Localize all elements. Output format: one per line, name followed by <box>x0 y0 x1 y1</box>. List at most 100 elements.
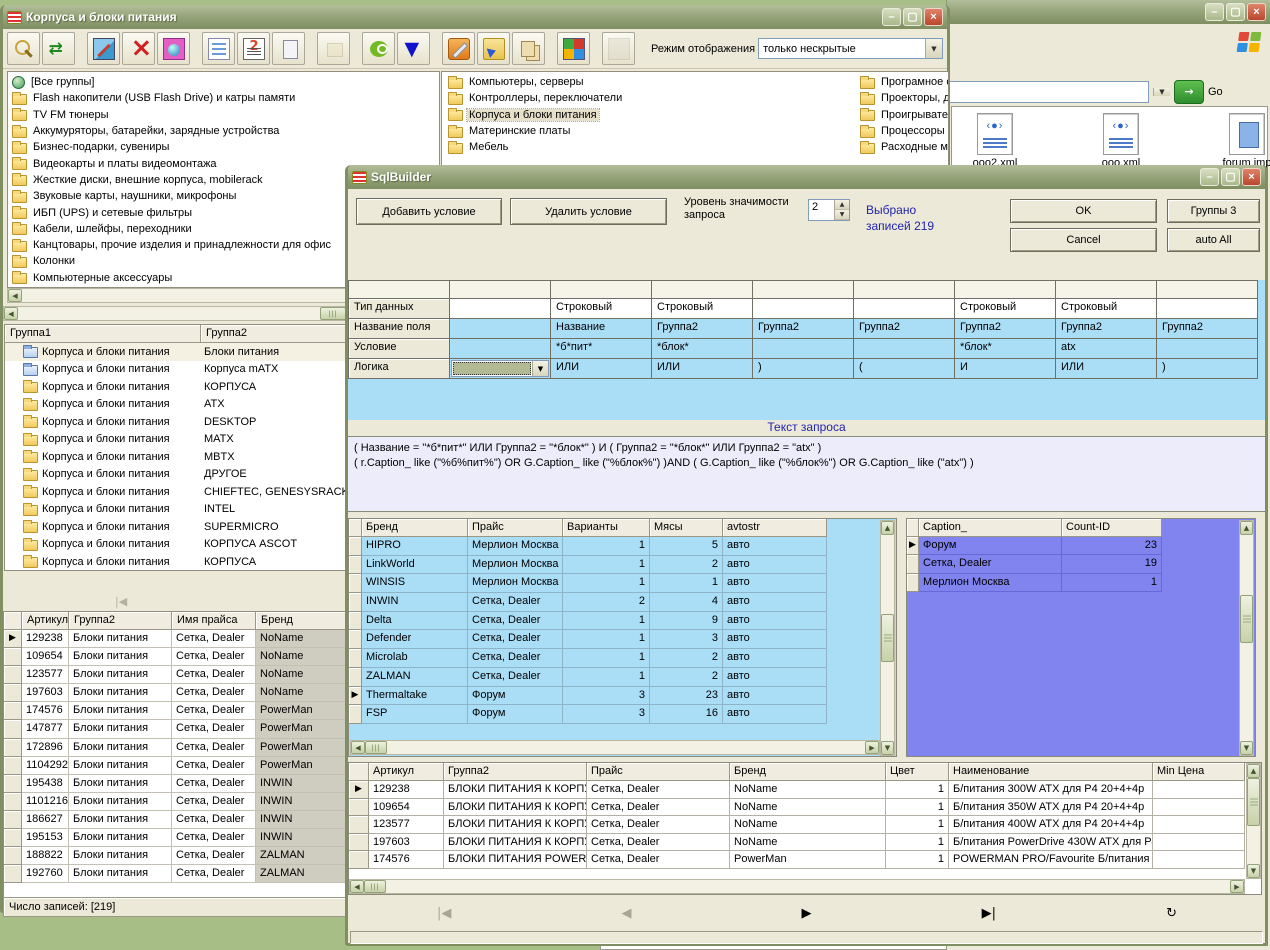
condition-cell[interactable]: Группа2 <box>955 319 1056 339</box>
condition-cell[interactable]: Группа2 <box>1056 319 1157 339</box>
table-row[interactable]: Сетка, Dealer 19 <box>907 555 1255 573</box>
brand-grid-hscrollbar[interactable] <box>350 740 880 755</box>
condition-cell[interactable]: ИЛИ <box>652 359 753 379</box>
condition-cell[interactable]: ) <box>753 359 854 379</box>
condition-cell[interactable]: Группа2 <box>652 319 753 339</box>
table-row[interactable]: Корпуса и блоки питания Блоки питания <box>5 343 346 361</box>
display-mode-combo[interactable]: только нескрытые <box>758 38 943 59</box>
scroll-down-icon[interactable] <box>1247 864 1260 878</box>
minimize-icon[interactable]: – <box>1200 168 1219 186</box>
column-header[interactable]: Бренд <box>730 763 886 781</box>
tree-item[interactable]: Проекторы, де <box>856 90 949 106</box>
scroll-down-icon[interactable] <box>1240 741 1253 755</box>
condition-cell[interactable]: Группа2 <box>1157 319 1258 339</box>
condition-cell[interactable]: ИЛИ <box>1056 359 1157 379</box>
row-selector[interactable] <box>349 781 369 799</box>
condition-cell[interactable] <box>1157 299 1258 319</box>
condition-column-header[interactable] <box>1157 280 1258 299</box>
row-selector[interactable] <box>4 793 22 811</box>
column-header[interactable]: Min Цена <box>1153 763 1245 781</box>
table-row[interactable]: Корпуса и блоки питания INTEL <box>5 501 346 519</box>
scroll-thumb[interactable] <box>1247 778 1260 826</box>
table-row[interactable]: INWIN Сетка, Dealer 2 4 авто <box>349 593 896 612</box>
table-row[interactable]: 186627 Блоки питания Сетка, Dealer INWIN <box>4 811 347 829</box>
nav-button-prior[interactable]: ◀ <box>621 906 631 921</box>
toolbar-button-blank[interactable] <box>602 32 635 65</box>
main-titlebar[interactable]: Корпуса и блоки питания – ▢ × <box>3 5 947 29</box>
row-selector[interactable] <box>349 630 362 649</box>
toolbar-button-doc[interactable] <box>202 32 235 65</box>
sqlbuilder-titlebar[interactable]: SqlBuilder – ▢ × <box>348 165 1265 189</box>
row-selector[interactable] <box>4 865 22 883</box>
tree-item[interactable]: Програмное об <box>856 74 949 90</box>
condition-cell[interactable]: Строковый <box>551 299 652 319</box>
table-row[interactable]: 1101216 Блоки питания Сетка, Dealer INWI… <box>4 793 347 811</box>
table-row[interactable]: WINSIS Мерлион Москва 1 1 авто <box>349 574 896 593</box>
condition-cell[interactable] <box>854 339 955 359</box>
row-selector[interactable] <box>907 555 919 573</box>
row-selector[interactable] <box>349 851 369 869</box>
condition-cell[interactable] <box>450 359 551 379</box>
column-header[interactable]: Группа2 <box>444 763 587 781</box>
condition-cell[interactable]: ) <box>1157 359 1258 379</box>
condition-column-header[interactable] <box>450 280 551 299</box>
row-selector[interactable] <box>4 811 22 829</box>
row-selector[interactable] <box>4 684 22 702</box>
scroll-thumb[interactable] <box>1240 595 1253 643</box>
nav-button-last[interactable]: ▶| <box>982 906 996 921</box>
condition-cell[interactable]: Группа2 <box>753 319 854 339</box>
table-row[interactable]: 195438 Блоки питания Сетка, Dealer INWIN <box>4 775 347 793</box>
condition-cell[interactable] <box>854 299 955 319</box>
maximize-icon[interactable]: ▢ <box>1221 168 1240 186</box>
table-row[interactable]: Корпуса и блоки питания КОРПУСА <box>5 553 346 571</box>
toolbar-button-suse[interactable] <box>362 32 395 65</box>
scroll-up-icon[interactable] <box>1247 764 1260 778</box>
cancel-button[interactable]: Cancel <box>1010 228 1157 252</box>
table-row[interactable]: LinkWorld Мерлион Москва 1 2 авто <box>349 556 896 575</box>
condition-cell[interactable]: Название <box>551 319 652 339</box>
table-row[interactable]: Корпуса и блоки питания DESKTOP <box>5 413 346 431</box>
condition-cell[interactable]: И <box>955 359 1056 379</box>
column-header[interactable]: avtostr <box>723 519 827 537</box>
table-row[interactable]: ZALMAN Сетка, Dealer 1 2 авто <box>349 668 896 687</box>
table-row[interactable]: 197603 БЛОКИ ПИТАНИЯ К КОРПУ( Сетка, Dea… <box>349 834 1261 852</box>
column-header[interactable]: Бренд <box>362 519 468 537</box>
tree-item[interactable]: Бизнес-подарки, сувениры <box>8 139 439 155</box>
tree-item[interactable]: Аккумуряторы, батарейки, зарядные устрой… <box>8 123 439 139</box>
row-selector[interactable] <box>4 630 22 648</box>
scroll-left-icon[interactable] <box>8 289 22 302</box>
table-row[interactable]: Корпуса и блоки питания КОРПУСА <box>5 378 346 396</box>
condition-cell[interactable] <box>450 319 551 339</box>
table-row[interactable]: HIPRO Мерлион Москва 1 5 авто <box>349 537 896 556</box>
toolbar-button-delete[interactable] <box>122 32 155 65</box>
scroll-thumb[interactable] <box>364 880 386 893</box>
table-row[interactable]: 195153 Блоки питания Сетка, Dealer INWIN <box>4 829 347 847</box>
row-selector[interactable] <box>349 834 369 852</box>
result-grid-hscrollbar[interactable] <box>349 879 1245 894</box>
scroll-left-icon[interactable] <box>351 741 365 754</box>
condition-cell[interactable]: *блок* <box>652 339 753 359</box>
file-item-ooo.xml[interactable]: ooo.xml <box>1086 113 1156 169</box>
tree-item[interactable]: Материнские платы <box>444 123 624 139</box>
tree-item[interactable]: Flash накопители (USB Flash Drive) и кат… <box>8 90 439 106</box>
scroll-thumb[interactable] <box>320 307 346 320</box>
column-header[interactable]: Артикул <box>22 612 69 630</box>
spin-up-icon[interactable]: ▲ <box>835 200 849 210</box>
row-selector[interactable] <box>349 556 362 575</box>
tree-item[interactable]: Контроллеры, переключатели <box>444 90 624 106</box>
toolbar-button-redo[interactable] <box>477 32 510 65</box>
condition-cell[interactable] <box>753 339 854 359</box>
address-dropdown-icon[interactable] <box>1153 88 1170 96</box>
column-header[interactable]: Имя прайса <box>172 612 256 630</box>
toolbar-button-note[interactable] <box>317 32 350 65</box>
table-row[interactable]: 174576 Блоки питания Сетка, Dealer Power… <box>4 702 347 720</box>
table-row[interactable]: 109654 Блоки питания Сетка, Dealer NoNam… <box>4 648 347 666</box>
table-row[interactable]: Delta Сетка, Dealer 1 9 авто <box>349 612 896 631</box>
row-selector[interactable] <box>349 799 369 817</box>
toolbar-button-book[interactable] <box>557 32 590 65</box>
condition-cell[interactable]: *блок* <box>955 339 1056 359</box>
file-item-forum.imp[interactable]: forum.imp <box>1212 113 1270 169</box>
toolbar-button-refresh[interactable] <box>42 32 75 65</box>
row-selector[interactable] <box>349 574 362 593</box>
first-record-icon[interactable]: |◀ <box>115 595 127 608</box>
